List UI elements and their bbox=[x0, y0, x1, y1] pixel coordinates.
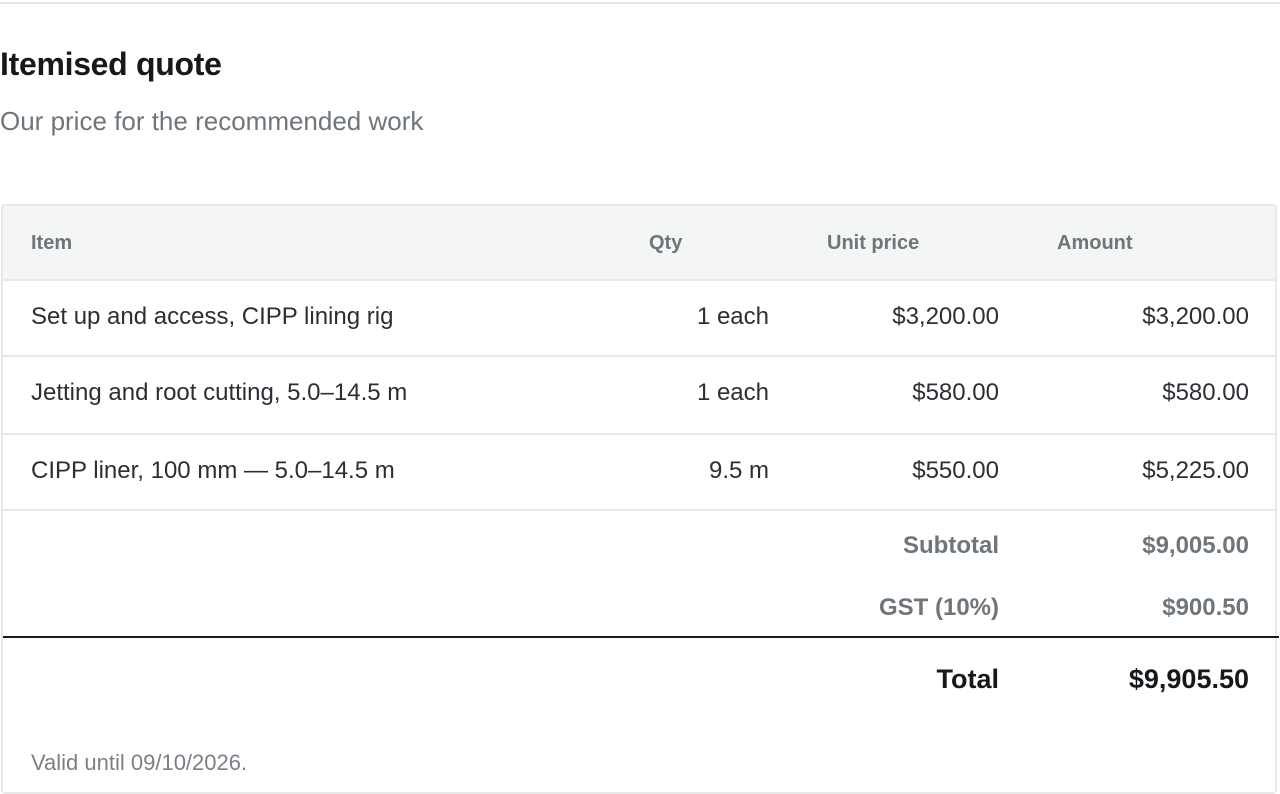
qty-cell: 1 each bbox=[696, 303, 769, 330]
item-cell: Set up and access, CIPP lining rig bbox=[31, 303, 394, 330]
qty-cell: 1 each bbox=[696, 379, 769, 406]
page-subtitle: Our price for the recommended work bbox=[0, 106, 424, 136]
table-row: Jetting and root cutting, 5.0–14.5 m 1 e… bbox=[3, 357, 1275, 435]
subtotal-label: Subtotal bbox=[903, 532, 999, 559]
unit-price-cell: $580.00 bbox=[912, 379, 999, 406]
table-header: Item Qty Unit price Amount bbox=[3, 206, 1275, 281]
quote-card: Item Qty Unit price Amount Set up and ac… bbox=[1, 204, 1279, 794]
amount-cell: $3,200.00 bbox=[1142, 303, 1249, 330]
amount-cell: $5,225.00 bbox=[1142, 457, 1249, 484]
table-row: CIPP liner, 100 mm — 5.0–14.5 m 9.5 m $5… bbox=[3, 435, 1275, 511]
column-header-item: Item bbox=[31, 232, 73, 254]
total-divider bbox=[3, 636, 1279, 638]
column-header-qty: Qty bbox=[649, 232, 683, 254]
page-title: Itemised quote bbox=[0, 46, 222, 82]
item-cell: CIPP liner, 100 mm — 5.0–14.5 m bbox=[31, 457, 395, 484]
gst-value: $900.50 bbox=[1162, 594, 1249, 621]
amount-cell: $580.00 bbox=[1162, 379, 1249, 406]
item-cell: Jetting and root cutting, 5.0–14.5 m bbox=[31, 379, 408, 406]
total-value: $9,905.50 bbox=[1128, 664, 1249, 694]
top-divider bbox=[0, 2, 1280, 4]
unit-price-cell: $3,200.00 bbox=[892, 303, 999, 330]
column-header-amount: Amount bbox=[1057, 232, 1133, 254]
column-header-unit-price: Unit price bbox=[827, 232, 920, 254]
validity-note: Valid until 09/10/2026. bbox=[31, 750, 248, 775]
table-row: Set up and access, CIPP lining rig 1 eac… bbox=[3, 281, 1275, 357]
subtotal-value: $9,005.00 bbox=[1142, 532, 1249, 559]
qty-cell: 9.5 m bbox=[708, 457, 769, 484]
unit-price-cell: $550.00 bbox=[912, 457, 999, 484]
total-label: Total bbox=[936, 664, 1000, 694]
gst-label: GST (10%) bbox=[878, 594, 999, 621]
